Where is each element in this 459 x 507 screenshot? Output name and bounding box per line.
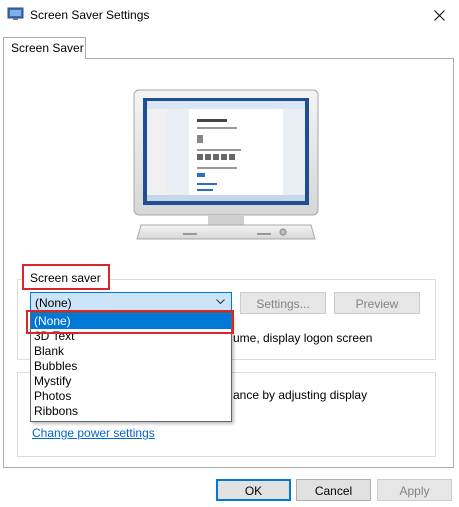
screensaver-dropdown-list: (None) 3D Text Blank Bubbles Mystify Pho…: [30, 313, 232, 422]
apply-button[interactable]: Apply: [377, 479, 452, 501]
dropdown-option[interactable]: Bubbles: [31, 359, 231, 374]
dropdown-option[interactable]: Blank: [31, 344, 231, 359]
screensaver-select[interactable]: (None): [30, 292, 232, 313]
settings-button[interactable]: Settings...: [240, 292, 326, 314]
dropdown-option[interactable]: (None): [31, 314, 231, 329]
title-bar: Screen Saver Settings: [0, 0, 459, 30]
dropdown-option[interactable]: Photos: [31, 389, 231, 404]
monitor-preview-image: [133, 89, 319, 240]
chevron-down-icon: [216, 299, 225, 305]
dropdown-option[interactable]: Mystify: [31, 374, 231, 389]
screensaver-selected-value: (None): [35, 296, 72, 310]
close-icon: [433, 9, 445, 21]
ok-button[interactable]: OK: [216, 479, 291, 501]
on-resume-logon-label: ume, display logon screen: [233, 331, 373, 345]
cancel-button[interactable]: Cancel: [296, 479, 371, 501]
power-description-text: ance by adjusting display: [233, 388, 368, 402]
dropdown-option[interactable]: Ribbons: [31, 404, 231, 419]
screensaver-app-icon: [7, 7, 24, 20]
change-power-settings-link[interactable]: Change power settings: [32, 426, 155, 440]
preview-button[interactable]: Preview: [334, 292, 420, 314]
screen-saver-group-label: Screen saver: [22, 264, 110, 290]
close-button[interactable]: [419, 0, 459, 30]
dropdown-option[interactable]: 3D Text: [31, 329, 231, 344]
window-title: Screen Saver Settings: [30, 8, 150, 22]
tab-screen-saver[interactable]: Screen Saver: [3, 37, 86, 59]
